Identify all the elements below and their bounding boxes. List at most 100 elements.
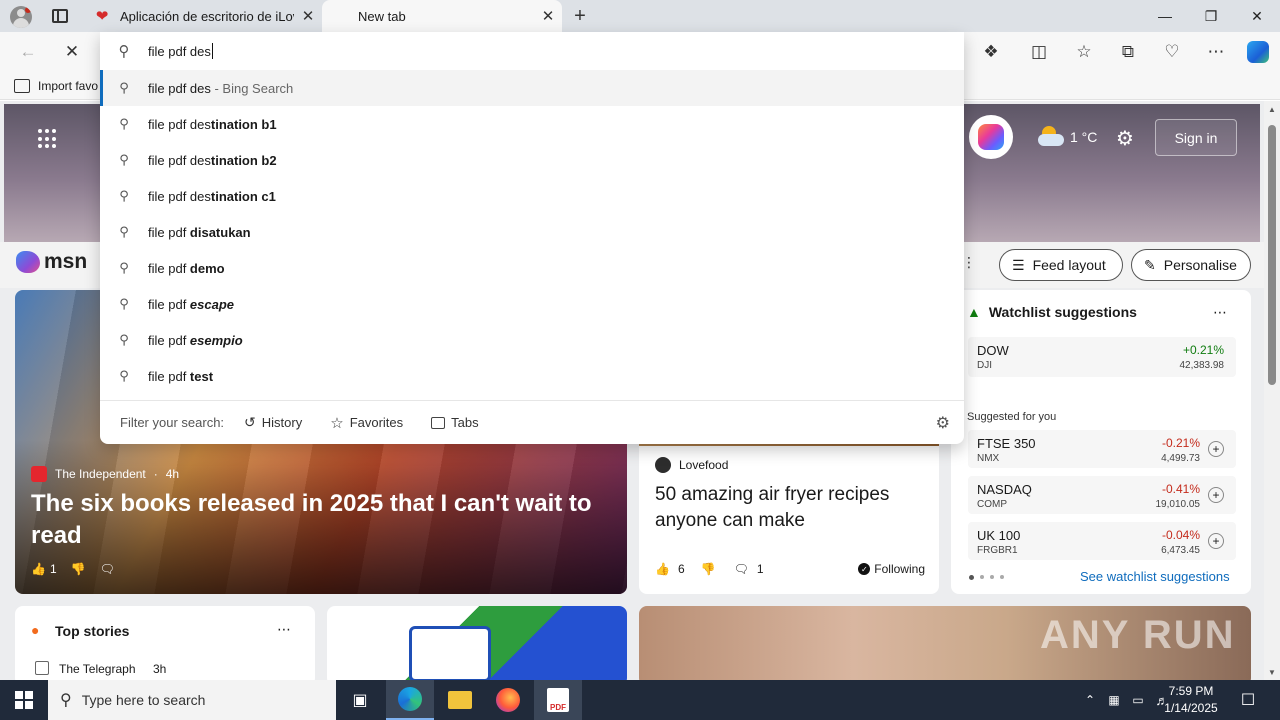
filter-favorites[interactable]: ☆ Favorites [330,414,403,432]
restore-button[interactable]: ❐ [1188,0,1234,32]
carousel-dots[interactable] [969,575,1004,580]
suggestion-item[interactable]: ⚲ file pdf des tination b1 [100,106,964,142]
history-icon: ↺ [244,414,256,430]
telegraph-logo-icon [35,661,49,675]
weather-icon[interactable] [1038,126,1064,146]
watchlist-row-uk100[interactable]: UK 100 FRGBR1 -0.04% 6,473.45 + [968,522,1236,560]
minimize-button[interactable]: — [1142,0,1188,32]
address-input[interactable]: file pdf des [148,44,211,59]
stock-symbol: DJI [977,360,992,371]
msn-butterfly-icon [16,251,40,273]
filter-tabs[interactable]: Tabs [431,415,479,430]
new-tab-button[interactable]: + [566,0,594,32]
collections-icon[interactable]: ⧉ [1110,32,1146,72]
like-icon[interactable]: 👍 [655,562,670,576]
apps-launcher-icon[interactable] [38,129,58,149]
search-icon: ⚲ [119,152,129,167]
suggestion-item[interactable]: ⚲ file pdf des tination b2 [100,142,964,178]
add-to-watchlist-icon[interactable]: + [1208,441,1224,457]
ilovepdf-taskbar-icon[interactable]: PDF [534,680,582,720]
settings-gear-icon[interactable]: ⚙ [1116,126,1134,151]
firefox-icon[interactable] [484,680,532,720]
dislike-icon[interactable]: 👎 [71,562,86,576]
address-bar[interactable]: ⚲ file pdf des [100,32,964,70]
scroll-down-icon[interactable]: ▼ [1268,668,1276,677]
text-caret [211,43,213,59]
close-window-button[interactable]: ✕ [1234,0,1280,32]
personalise-label: Personalise [1163,257,1237,273]
search-icon: ⚲ [118,43,130,60]
following-badge[interactable]: ✓ Following [858,562,925,576]
stock-value: 6,473.45 [1161,545,1200,556]
profile-icon[interactable] [10,6,32,28]
back-icon[interactable]: ← [10,32,46,72]
add-to-watchlist-icon[interactable]: + [1208,533,1224,549]
promo-card[interactable] [327,606,627,681]
favorites-icon[interactable]: ☆ [1066,32,1102,72]
watchlist-row-nasdaq[interactable]: NASDAQ COMP -0.41% 19,010.05 + [968,476,1236,514]
watchlist-header: ▲ Watchlist suggestions [967,304,1137,320]
task-view-icon[interactable]: ▣ [336,680,384,720]
taskbar-search-box[interactable]: ⚲ Type here to search [48,680,336,720]
scroll-thumb[interactable] [1268,125,1276,385]
filter-history[interactable]: ↺ History [244,414,302,431]
page-scrollbar[interactable]: ▲ ▼ [1264,101,1280,681]
suggestion-typed: file pdf [148,260,190,276]
personalise-button[interactable]: ✎ Personalise [1131,249,1251,281]
copilot-button[interactable] [969,115,1013,159]
lovefood-logo-icon [655,457,671,473]
suggestion-item[interactable]: ⚲ file pdf des tination c1 [100,178,964,214]
notifications-icon[interactable]: ☐ [1224,680,1272,720]
close-tab-icon[interactable]: ✕ [534,7,562,25]
file-explorer-icon[interactable] [436,680,484,720]
copilot-icon[interactable] [1240,32,1276,72]
suggestion-item[interactable]: ⚲ file pdf demo [100,250,964,286]
top-stories-more-icon[interactable]: ⋯ [277,621,291,638]
stock-symbol: NMX [977,453,1000,464]
top-stories-title: Top stories [55,623,130,639]
clock[interactable]: 7:59 PM 1/14/2025 [1160,683,1222,717]
watchlist-row-ftse[interactable]: FTSE 350 NMX -0.21% 4,499.73 + [968,430,1236,468]
suggestion-typed: file pdf [148,224,190,240]
split-screen-icon[interactable]: ◫ [1021,32,1057,72]
comment-icon[interactable]: 🗨 [100,562,115,576]
close-tab-icon[interactable]: ✕ [294,7,322,25]
main-story-headline[interactable]: The six books released in 2025 that I ca… [31,488,611,552]
comment-icon[interactable]: 🗨 [734,562,749,576]
see-watchlist-link[interactable]: See watchlist suggestions [1080,569,1230,584]
edge-taskbar-icon[interactable] [386,680,434,720]
watermark: ANY RUN [1040,613,1236,657]
suggestion-bing-search[interactable]: ⚲ file pdf des - Bing Search [100,70,964,106]
weather-temperature[interactable]: 1 °C [1070,129,1097,145]
food-story-headline[interactable]: 50 amazing air fryer recipes anyone can … [655,482,925,534]
suggestion-item[interactable]: ⚲ file pdf test [100,358,964,394]
tab-new-tab[interactable]: New tab ✕ [322,0,562,32]
source-name[interactable]: The Telegraph [59,662,136,676]
watchlist-row-dow[interactable]: DOW DJI +0.21% 42,383.98 [968,337,1236,377]
like-icon[interactable]: 👍 [31,562,46,576]
msn-more-icon[interactable]: ⋮ [962,254,976,271]
feed-layout-button[interactable]: ☰ Feed layout [999,249,1123,281]
start-button[interactable] [0,680,48,720]
import-favorites-link[interactable]: Import favo [38,79,98,93]
sign-in-button[interactable]: Sign in [1155,119,1237,156]
search-icon: ⚲ [60,692,72,709]
more-options-icon[interactable]: ⋯ [1198,32,1234,72]
watchlist-more-icon[interactable]: ⋯ [1213,304,1227,321]
msn-logo[interactable]: msn [16,250,87,274]
scroll-up-icon[interactable]: ▲ [1268,105,1276,114]
suggestion-item[interactable]: ⚲ file pdf disatukan [100,214,964,250]
dislike-icon[interactable]: 👎 [701,562,716,576]
search-settings-gear-icon[interactable]: ⚙ [936,413,950,433]
suggestion-item[interactable]: ⚲ file pdf escape [100,286,964,322]
stop-loading-icon[interactable]: ✕ [54,32,90,72]
extensions-icon[interactable]: ❖ [973,32,1009,72]
browser-essentials-icon[interactable]: ♡ [1154,32,1190,72]
tab-actions-icon[interactable] [52,9,68,23]
suggestion-item[interactable]: ⚲ file pdf esempio [100,322,964,358]
stock-name: UK 100 [977,528,1021,543]
tab-ilovepdf[interactable]: ❤ Aplicación de escritorio de iLovePDF ✕ [84,0,322,32]
search-icon: ⚲ [119,260,129,275]
add-to-watchlist-icon[interactable]: + [1208,487,1224,503]
stock-name: DOW [977,343,1009,358]
